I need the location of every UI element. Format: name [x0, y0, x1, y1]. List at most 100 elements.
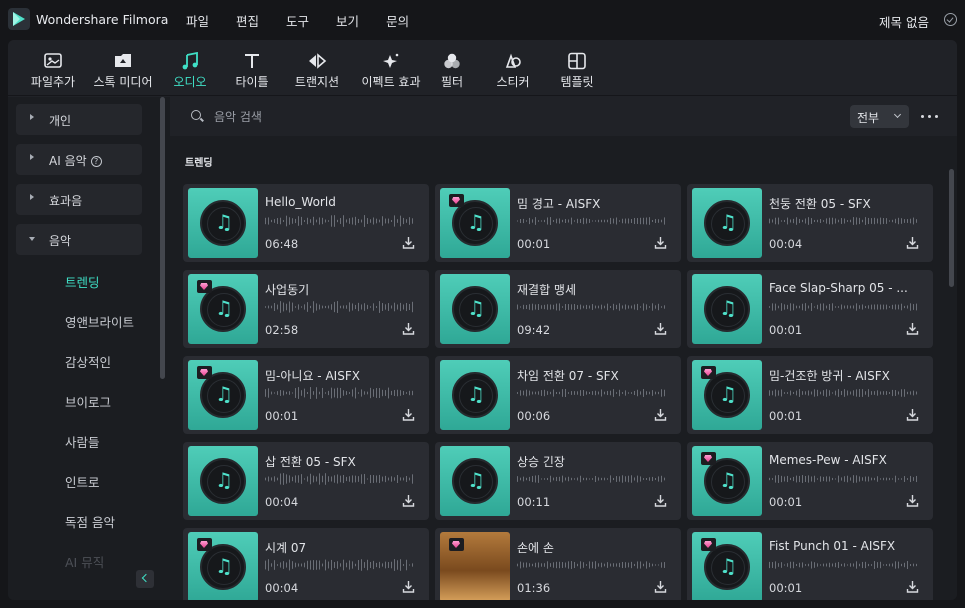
track-card[interactable]: ♫ 밈 경고 - AISFX 00:01 [435, 184, 681, 262]
download-icon[interactable] [906, 580, 919, 593]
waveform-bar [652, 303, 653, 311]
waveform-bar [916, 303, 917, 311]
waveform-bar [352, 389, 353, 397]
sidebar-subitem-vlog[interactable]: 브이로그 [65, 392, 111, 411]
menu-tools[interactable]: 도구 [286, 11, 309, 30]
tool-import[interactable]: 파일추가 [22, 40, 84, 96]
premium-diamond-icon [701, 366, 716, 379]
tool-filters[interactable]: 필터 [432, 40, 472, 96]
tool-audio[interactable]: 오디오 [164, 40, 216, 96]
menu-edit[interactable]: 편집 [236, 11, 259, 30]
track-card[interactable]: ♫ 재결합 맹세 09:42 [435, 270, 681, 348]
waveform-bar [898, 304, 899, 310]
sidebar-subitem-young-bright[interactable]: 영앤브라이트 [65, 312, 134, 331]
track-card[interactable]: 손에 손 01:36 [435, 528, 681, 600]
track-card[interactable]: ♫ 천둥 전환 05 - SFX 00:04 [687, 184, 933, 262]
track-card[interactable]: ♫ 삽 전환 05 - SFX 00:04 [183, 442, 429, 520]
filter-dropdown[interactable]: 전부 [850, 105, 909, 128]
sidebar-subitem-intro[interactable]: 인트로 [65, 472, 100, 491]
waveform-bar [538, 304, 539, 310]
tool-effects[interactable]: 이펙트 효과 [350, 40, 432, 96]
track-card[interactable]: ♫ Hello_World 06:48 [183, 184, 429, 262]
menu-help[interactable]: 문의 [386, 11, 409, 30]
tool-stock-media[interactable]: 스톡 미디어 [88, 40, 158, 96]
help-icon[interactable]: ? [90, 156, 102, 167]
waveform-bar [805, 391, 806, 395]
waveform-bar [790, 477, 791, 481]
waveform-bar [541, 563, 542, 567]
waveform-bar [361, 559, 362, 571]
tool-titles[interactable]: 타이틀 [226, 40, 278, 96]
tool-transitions[interactable]: 트랜지션 [286, 40, 348, 96]
track-card[interactable]: ♫ 밈-아니요 - AISFX 00:01 [183, 356, 429, 434]
waveform-bar [625, 476, 626, 482]
track-card[interactable]: ♫ 차임 전환 07 - SFX 00:06 [435, 356, 681, 434]
waveform-bar [316, 560, 317, 570]
download-icon[interactable] [654, 236, 667, 249]
download-icon[interactable] [654, 322, 667, 335]
sidebar-subitem-trending[interactable]: 트렌딩 [65, 272, 100, 291]
waveform-bar [622, 218, 623, 224]
waveform-bar [889, 220, 890, 222]
content-scrollbar[interactable] [949, 169, 954, 287]
menu-view[interactable]: 보기 [336, 11, 359, 30]
waveform-bar [832, 392, 833, 394]
waveform-bar [862, 389, 863, 397]
waveform-bar [595, 390, 596, 396]
download-icon[interactable] [654, 580, 667, 593]
track-card[interactable]: ♫ Memes-Pew - AISFX 00:01 [687, 442, 933, 520]
search-bar: 전부 [170, 97, 957, 136]
download-icon[interactable] [402, 408, 415, 421]
track-card[interactable]: ♫ 밈-건조한 방귀 - AISFX 00:01 [687, 356, 933, 434]
waveform-bar [580, 475, 581, 483]
more-options-button[interactable] [920, 109, 940, 123]
download-icon[interactable] [906, 408, 919, 421]
sidebar-item-personal[interactable]: 개인 [16, 104, 142, 135]
chevron-right-icon [30, 154, 34, 160]
menu-file[interactable]: 파일 [186, 11, 209, 30]
tool-stickers[interactable]: 스티커 [490, 40, 536, 96]
track-card[interactable]: ♫ Fist Punch 01 - AISFX 00:01 [687, 528, 933, 600]
waveform-bar [901, 303, 902, 311]
track-card[interactable]: ♫ 사업동기 02:58 [183, 270, 429, 348]
waveform-bar [895, 390, 896, 396]
waveform-bar [346, 391, 347, 395]
waveform-bar [316, 476, 317, 482]
waveform-bar [379, 474, 380, 484]
waveform-bar [610, 475, 611, 483]
track-card[interactable]: ♫ Face Slap-Sharp 05 - ... 00:01 [687, 270, 933, 348]
collapse-sidebar-button[interactable] [136, 570, 154, 588]
download-icon[interactable] [906, 494, 919, 507]
download-icon[interactable] [906, 236, 919, 249]
search-input[interactable] [214, 107, 714, 127]
waveform-bar [319, 304, 320, 310]
waveform-bar [598, 563, 599, 567]
waveform-bar [322, 475, 323, 483]
sidebar-item-ai-music[interactable]: AI 음악? [16, 144, 142, 175]
sidebar-subitem-sentimental[interactable]: 감상적인 [65, 352, 111, 371]
sidebar-scrollbar[interactable] [160, 97, 165, 379]
waveform-bar [865, 305, 866, 309]
track-card[interactable]: ♫ 시계 07 00:04 [183, 528, 429, 600]
download-icon[interactable] [402, 494, 415, 507]
sidebar-subitem-exclusive-music[interactable]: 독점 음악 [65, 512, 115, 531]
download-icon[interactable] [654, 408, 667, 421]
download-icon[interactable] [402, 580, 415, 593]
download-icon[interactable] [402, 322, 415, 335]
track-card[interactable]: ♫ 상승 긴장 00:11 [435, 442, 681, 520]
sidebar-item-sound-effects[interactable]: 효과음 [16, 184, 142, 215]
download-icon[interactable] [654, 494, 667, 507]
tool-templates[interactable]: 템플릿 [554, 40, 600, 96]
sidebar-item-music[interactable]: 음악 [16, 224, 142, 255]
waveform-bar [532, 219, 533, 223]
waveform-bar [553, 220, 554, 222]
waveform-bar [397, 219, 398, 223]
download-icon[interactable] [906, 322, 919, 335]
sidebar-subitem-people[interactable]: 사람들 [65, 432, 100, 451]
waveform-bar [568, 392, 569, 394]
sidebar-subitem-ai-music[interactable]: AI 뮤직 [65, 552, 104, 571]
track-title: 사업동기 [265, 283, 310, 297]
waveform-bar [883, 477, 884, 481]
download-icon[interactable] [402, 236, 415, 249]
waveform-bar [409, 304, 410, 310]
